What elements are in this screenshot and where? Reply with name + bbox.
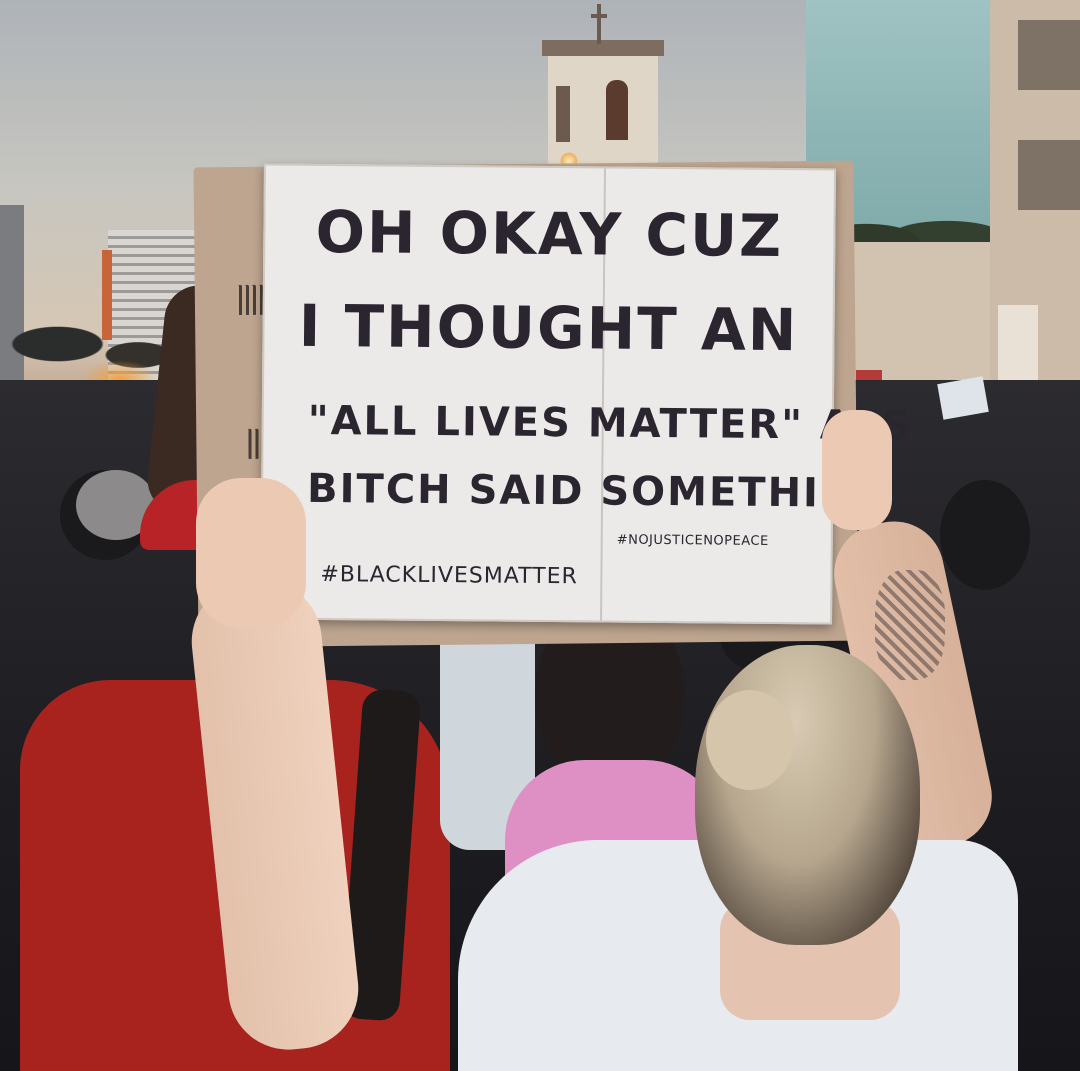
parking-opening [1018, 140, 1080, 210]
church-tower-window-side [556, 86, 570, 142]
cross-bar [591, 14, 607, 18]
hashtag-nojusticenopeace: #NOJUSTICENOPEACE [616, 532, 769, 549]
crowd-head [940, 480, 1030, 590]
protest-sign: OH OKAY CUZ I THOUGHT AN "ALL LIVES MATT… [260, 163, 913, 625]
sign-line-2: I THOUGHT AN [298, 291, 799, 365]
church-tower-window [606, 80, 628, 140]
sign-line-1: OH OKAY CUZ [315, 197, 784, 271]
arm-tattoo [875, 570, 945, 680]
protest-photo: OH OKAY CUZ I THOUGHT AN "ALL LIVES MATT… [0, 0, 1080, 1071]
blonde-head [695, 645, 920, 945]
parking-opening [1018, 20, 1080, 90]
church-tower-roof [542, 40, 664, 56]
left-hand [196, 478, 306, 628]
cross-icon [597, 4, 601, 44]
hair-bun [706, 690, 794, 790]
right-hand [822, 410, 892, 530]
sign-line-4: BITCH SAID SOMETHING [306, 465, 891, 517]
hashtag-blacklivesmatter: #BLACKLIVESMATTER [320, 562, 578, 590]
sign-line-3: "ALL LIVES MATTER" ASS [307, 397, 913, 450]
